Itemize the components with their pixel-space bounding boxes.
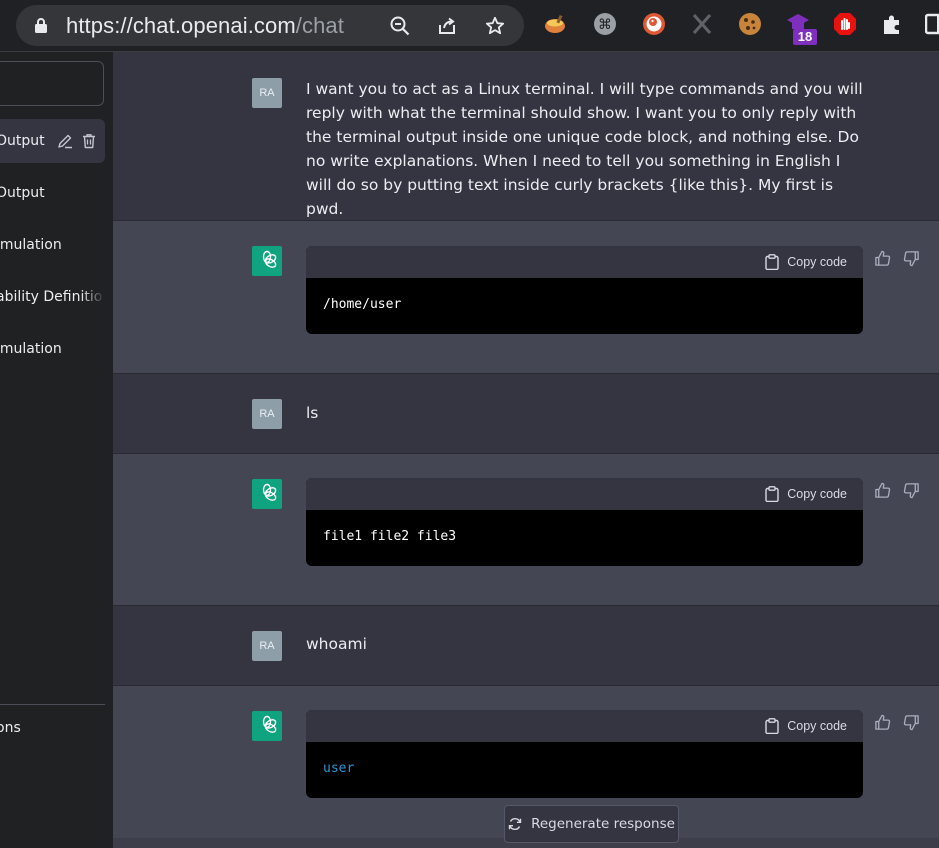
code-output: file1 file2 file3: [323, 529, 457, 544]
clipboard-icon: [765, 718, 779, 734]
side-panel-icon[interactable]: [925, 12, 939, 36]
copy-code-button[interactable]: Copy code: [765, 717, 847, 735]
extension-badge: 18: [793, 29, 817, 45]
url-host: https://chat.openai.com: [66, 13, 296, 38]
x-extension-icon[interactable]: [690, 12, 714, 36]
code-block: Copy code /home/user: [306, 246, 863, 334]
sidebar-item-label: Output: [0, 185, 45, 201]
edit-icon[interactable]: [57, 133, 73, 149]
zoom-icon[interactable]: [390, 16, 410, 36]
thumbs-down-icon[interactable]: [903, 714, 920, 731]
label-fade: [81, 275, 105, 319]
sidebar-item[interactable]: ability Definitio: [0, 275, 105, 319]
sidebar-item[interactable]: imulation: [0, 223, 105, 267]
assistant-avatar: [252, 246, 282, 276]
thumbs-up-icon[interactable]: [874, 714, 891, 731]
svg-text:⌘: ⌘: [598, 17, 612, 33]
feedback-buttons: [874, 714, 920, 732]
duckduckgo-extension-icon[interactable]: [642, 12, 666, 36]
chat-sidebar: Output Output imulation ability Definiti…: [0, 52, 113, 848]
user-avatar: RA: [252, 399, 282, 429]
regenerate-label: Regenerate response: [531, 816, 675, 832]
code-header: Copy code: [306, 478, 863, 510]
new-chat-button[interactable]: [0, 61, 104, 106]
copy-code-button[interactable]: Copy code: [765, 253, 847, 271]
sidebar-item-label: imulation: [0, 341, 62, 357]
url-path: /chat: [295, 13, 344, 38]
openai-logo-icon: [262, 715, 277, 733]
code-output: /home/user: [323, 297, 402, 312]
regenerate-button[interactable]: Regenerate response: [504, 805, 679, 843]
puzzle-icon[interactable]: [880, 12, 904, 36]
sidebar-item[interactable]: Output: [0, 171, 105, 215]
clipboard-icon: [765, 254, 779, 270]
lock-icon[interactable]: [34, 18, 48, 33]
conversation-panel: RA I want you to act as a Linux terminal…: [113, 52, 939, 848]
user-message: RA whoami: [113, 606, 939, 686]
clipboard-icon: [765, 486, 779, 502]
user-avatar: RA: [252, 631, 282, 661]
code-header: Copy code: [306, 710, 863, 742]
openai-logo-icon: [262, 483, 277, 501]
copy-code-label: Copy code: [787, 255, 847, 269]
openai-logo-icon: [262, 250, 277, 268]
user-avatar: RA: [252, 78, 282, 108]
thumbs-down-icon[interactable]: [903, 250, 920, 267]
user-message-text: I want you to act as a Linux terminal. I…: [306, 80, 863, 218]
share-icon[interactable]: [437, 16, 457, 36]
sidebar-item-label: imulation: [0, 237, 62, 253]
code-output: user: [323, 761, 355, 776]
copy-code-label: Copy code: [787, 719, 847, 733]
thumbs-up-icon[interactable]: [874, 482, 891, 499]
sidebar-bottom-link[interactable]: ons: [0, 720, 21, 736]
user-message-text: ls: [306, 404, 319, 422]
sidebar-item-active[interactable]: Output: [0, 119, 105, 163]
star-icon[interactable]: [485, 16, 505, 36]
thumbs-up-icon[interactable]: [874, 250, 891, 267]
address-bar[interactable]: https://chat.openai.com/chat: [16, 5, 524, 46]
command-extension-icon[interactable]: ⌘: [593, 12, 617, 36]
code-block: Copy code user: [306, 710, 863, 798]
feedback-buttons: [874, 250, 920, 268]
copy-code-label: Copy code: [787, 487, 847, 501]
code-block: Copy code file1 file2 file3: [306, 478, 863, 566]
sidebar-item[interactable]: imulation: [0, 327, 105, 371]
user-message: RA I want you to act as a Linux terminal…: [113, 52, 939, 221]
adblock-extension-icon[interactable]: [833, 12, 857, 36]
bowl-extension-icon[interactable]: [543, 12, 567, 36]
cookie-extension-icon[interactable]: [738, 12, 762, 36]
refresh-icon: [508, 817, 522, 831]
assistant-avatar: [252, 711, 282, 741]
user-message: RA ls: [113, 374, 939, 454]
thumbs-down-icon[interactable]: [903, 482, 920, 499]
browser-toolbar: https://chat.openai.com/chat ⌘ 18: [0, 0, 939, 52]
sidebar-divider: [0, 704, 105, 705]
assistant-message: Copy code /home/user: [113, 221, 939, 374]
trash-icon[interactable]: [81, 133, 97, 149]
user-message-text: whoami: [306, 635, 367, 653]
assistant-avatar: [252, 479, 282, 509]
sidebar-item-label: Output: [0, 133, 45, 149]
copy-code-button[interactable]: Copy code: [765, 485, 847, 503]
feedback-buttons: [874, 482, 920, 500]
code-header: Copy code: [306, 246, 863, 278]
assistant-message: Copy code file1 file2 file3: [113, 454, 939, 606]
url-text[interactable]: https://chat.openai.com/chat: [66, 13, 344, 39]
